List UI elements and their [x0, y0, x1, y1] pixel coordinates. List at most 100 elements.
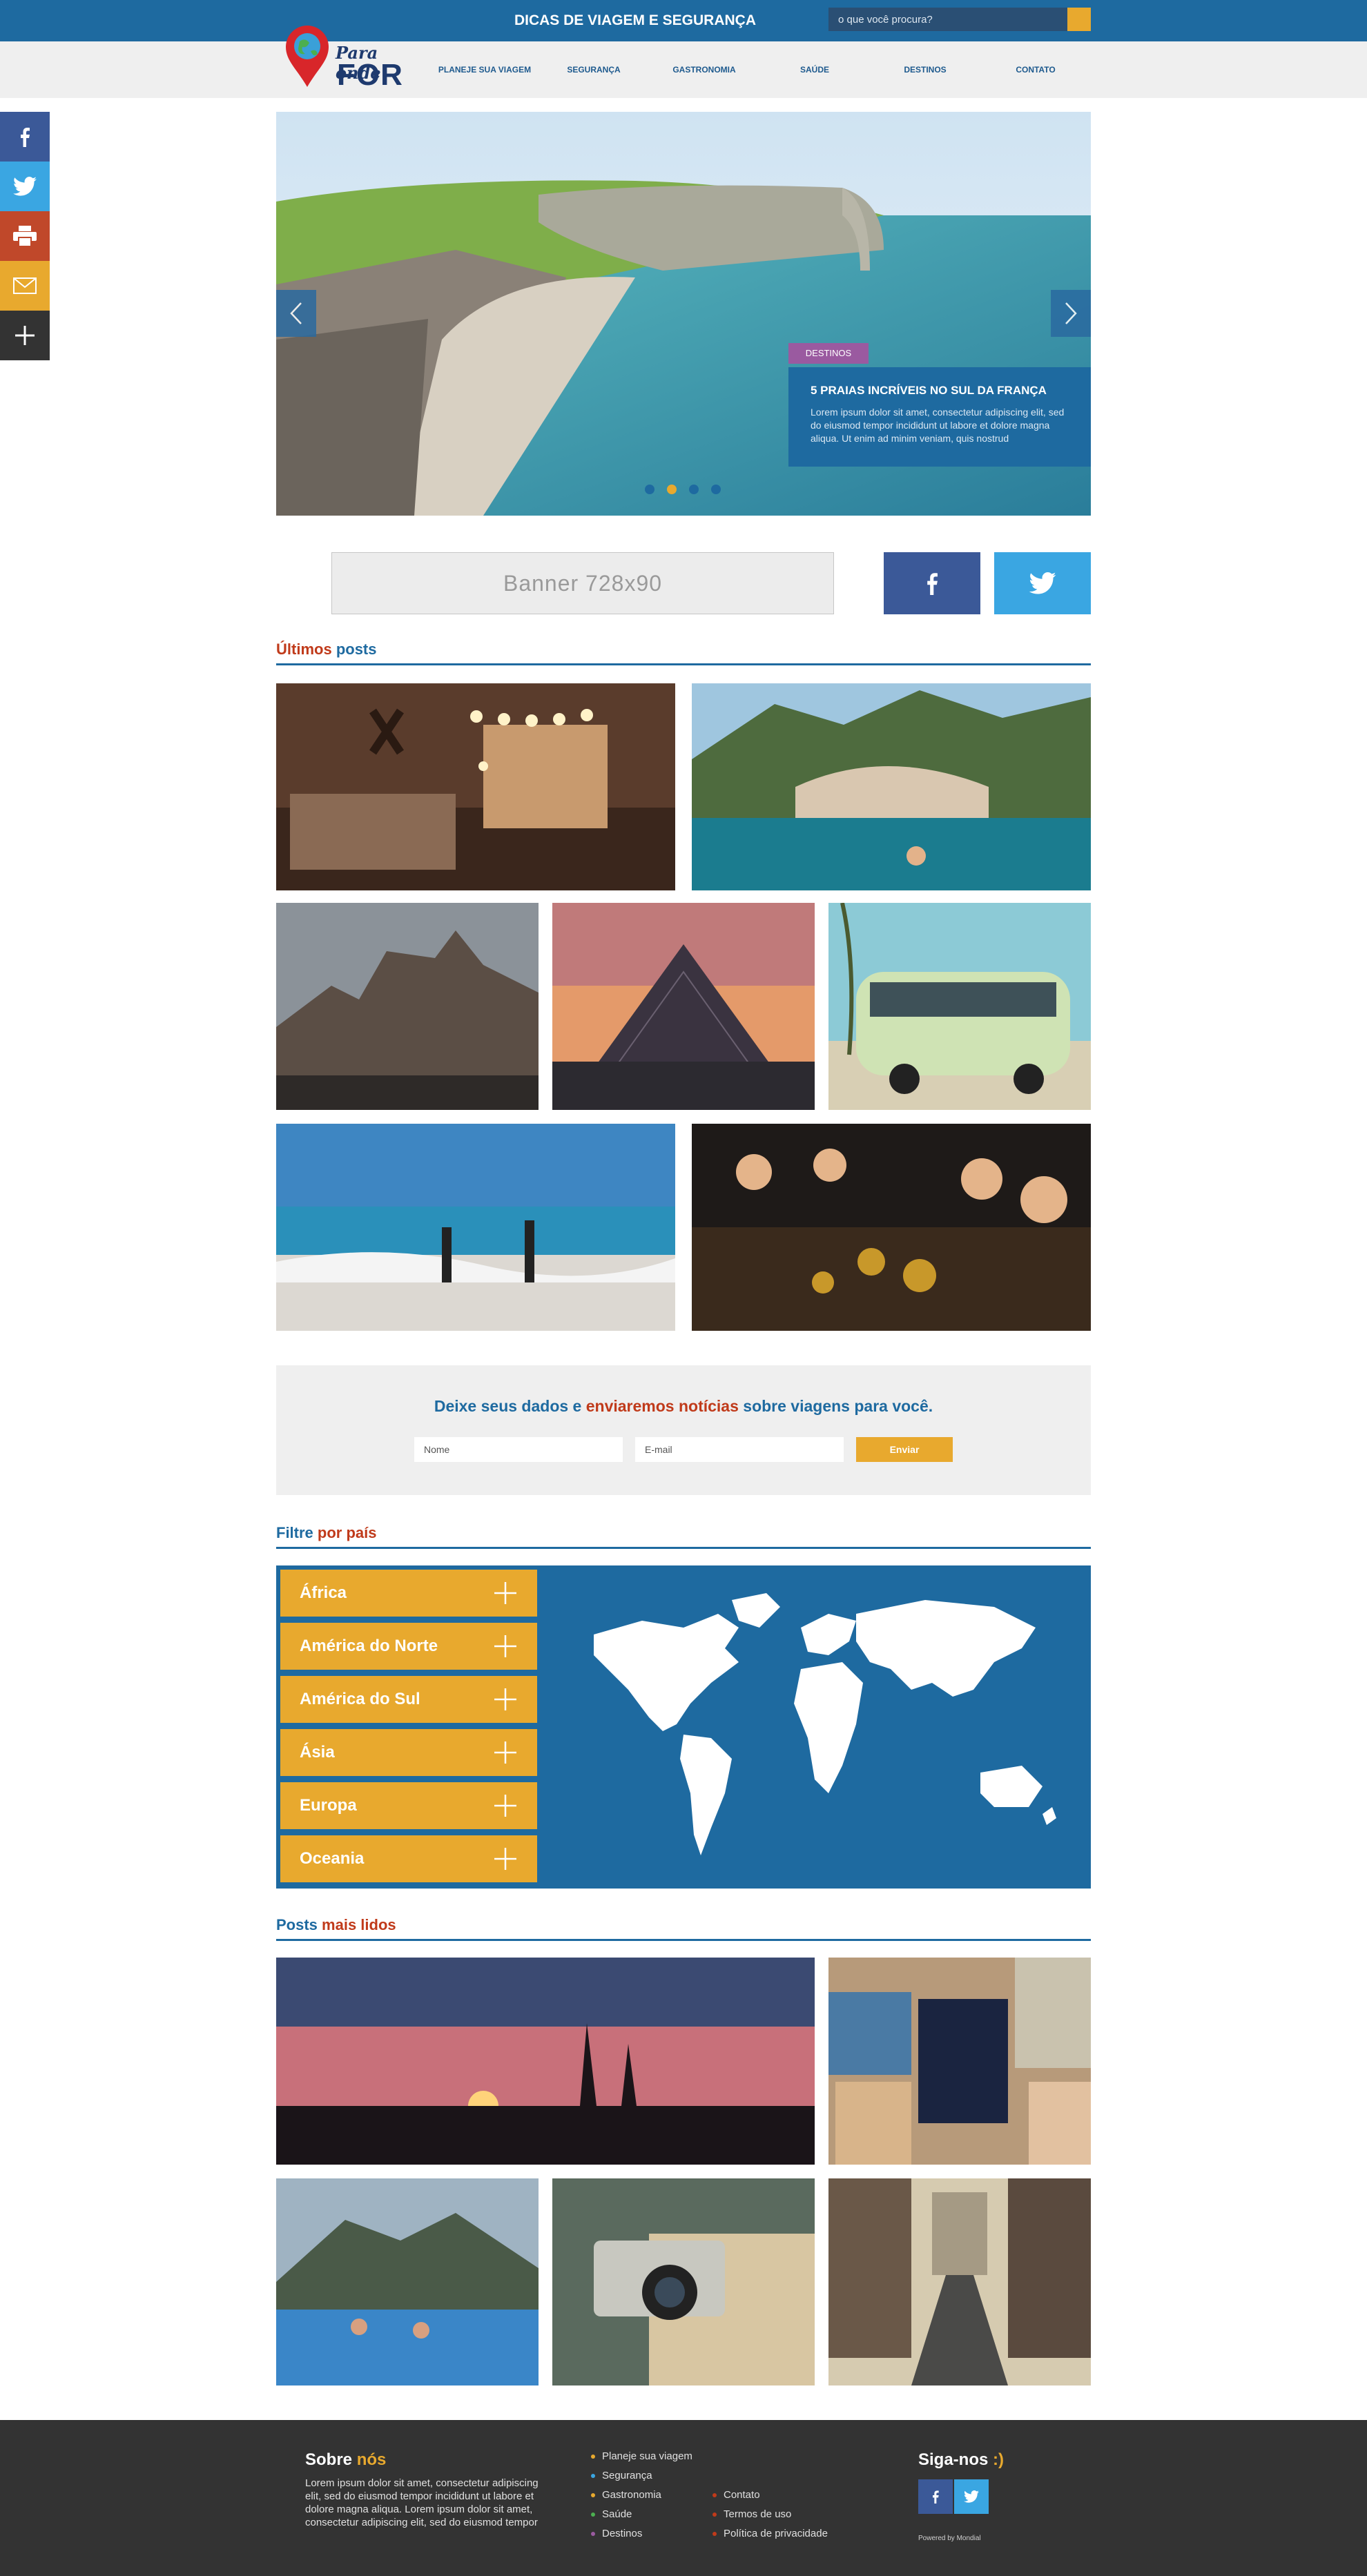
post-thumbnail[interactable]: [828, 1958, 1091, 2165]
filter-title-b: por país: [317, 1524, 377, 1541]
share-twitter-button[interactable]: [0, 162, 50, 211]
footer-link-destinos[interactable]: Destinos: [591, 2528, 642, 2539]
site-logo[interactable]: Para onde FOR: [282, 23, 406, 92]
post-thumbnail[interactable]: [692, 1124, 1091, 1331]
plus-icon: [494, 1688, 516, 1710]
facebook-icon: [933, 2490, 939, 2504]
twitter-icon: [1029, 572, 1056, 594]
country-africa[interactable]: África: [280, 1570, 537, 1617]
hero-slider[interactable]: DESTINOS 5 PRAIAS INCRÍVEIS NO SUL DA FR…: [276, 112, 1091, 516]
newsletter-section: Deixe seus dados e enviaremos notícias s…: [276, 1365, 1091, 1495]
plus-icon: [494, 1795, 516, 1817]
more-share-button[interactable]: [0, 311, 50, 360]
slider-dot[interactable]: [689, 485, 699, 494]
slider-dot[interactable]: [711, 485, 721, 494]
nav-saude[interactable]: SAÚDE: [773, 41, 856, 98]
slider-prev-button[interactable]: [276, 290, 316, 337]
post-thumbnail[interactable]: [828, 2178, 1091, 2385]
footer-follow-a: Siga-nos: [918, 2450, 989, 2469]
post-image-camera: [552, 2178, 815, 2385]
share-facebook-button[interactable]: [0, 112, 50, 162]
country-europa[interactable]: Europa: [280, 1782, 537, 1829]
plus-icon: [494, 1582, 516, 1604]
slide-title: 5 PRAIAS INCRÍVEIS NO SUL DA FRANÇA: [811, 384, 1047, 397]
footer-link-gastronomia[interactable]: Gastronomia: [591, 2489, 661, 2501]
latest-posts-heading: Últimos posts: [276, 641, 1091, 665]
powered-by-text: Powered by Mondial: [918, 2535, 981, 2542]
country-label: África: [300, 1583, 347, 1602]
filter-title-a: Filtre: [276, 1524, 313, 1541]
post-image-castle: [276, 903, 539, 1110]
country-america-sul[interactable]: América do Sul: [280, 1676, 537, 1723]
facebook-icon: [927, 573, 938, 595]
post-image-city-street: [828, 2178, 1091, 2385]
footer-twitter-button[interactable]: [954, 2479, 989, 2514]
newsletter-title-part3: sobre viagens para você.: [738, 1397, 933, 1415]
post-image-van: [828, 903, 1091, 1110]
footer-link-privacidade[interactable]: Política de privacidade: [712, 2528, 828, 2539]
country-label: Oceania: [300, 1849, 365, 1868]
popular-title-b: mais lidos: [322, 1916, 396, 1933]
footer-about-heading: Sobre nós: [305, 2450, 386, 2470]
latest-title-b: posts: [336, 641, 377, 658]
banner-ad[interactable]: Banner 728x90: [331, 552, 834, 614]
post-thumbnail[interactable]: [552, 903, 815, 1110]
footer-follow-b: :): [993, 2450, 1004, 2469]
post-thumbnail[interactable]: [276, 1958, 815, 2165]
mail-icon: [13, 277, 37, 294]
post-thumbnail[interactable]: [276, 903, 539, 1110]
post-image-room: [276, 683, 675, 890]
newsletter-title: Deixe seus dados e enviaremos notícias s…: [276, 1397, 1091, 1416]
twitter-icon: [13, 177, 37, 196]
country-asia[interactable]: Ásia: [280, 1729, 537, 1776]
popular-posts-heading: Posts mais lidos: [276, 1916, 1091, 1941]
nav-gastronomia[interactable]: GASTRONOMIA: [663, 41, 746, 98]
chevron-right-icon: [1065, 302, 1077, 324]
plus-icon: [494, 1848, 516, 1870]
footer-link-termos[interactable]: Termos de uso: [712, 2508, 791, 2520]
country-label: América do Norte: [300, 1637, 438, 1655]
slider-dot-active[interactable]: [667, 485, 677, 494]
email-share-button[interactable]: [0, 261, 50, 311]
search-input[interactable]: [828, 8, 1067, 31]
nav-planeje[interactable]: PLANEJE SUA VIAGEM: [435, 41, 534, 98]
newsletter-name-field[interactable]: [414, 1437, 623, 1462]
slide-caption[interactable]: 5 PRAIAS INCRÍVEIS NO SUL DA FRANÇA Lore…: [788, 367, 1091, 467]
post-thumbnail[interactable]: [276, 1124, 675, 1331]
facebook-icon: [21, 128, 30, 147]
nav-contato[interactable]: CONTATO: [994, 41, 1077, 98]
newsletter-title-part2: enviaremos notícias: [585, 1397, 739, 1415]
footer-about-text: Lorem ipsum dolor sit amet, consectetur …: [305, 2477, 539, 2528]
nav-destinos[interactable]: DESTINOS: [884, 41, 967, 98]
search-button[interactable]: [1067, 8, 1091, 31]
post-thumbnail[interactable]: [276, 683, 675, 890]
footer-link-seguranca[interactable]: Segurança: [591, 2470, 652, 2481]
map-pin-icon: [286, 26, 329, 88]
print-button[interactable]: [0, 211, 50, 261]
footer-link-planeje[interactable]: Planeje sua viagem: [591, 2450, 692, 2462]
slide-category-tag[interactable]: DESTINOS: [788, 343, 869, 364]
slider-dot[interactable]: [645, 485, 655, 494]
post-image-surfers: [276, 1124, 675, 1331]
facebook-follow-button[interactable]: [884, 552, 980, 614]
footer-follow-heading: Siga-nos :): [918, 2450, 1004, 2470]
slider-next-button[interactable]: [1051, 290, 1091, 337]
newsletter-title-part1: Deixe seus dados e: [434, 1397, 586, 1415]
top-bar: DICAS DE VIAGEM E SEGURANÇA: [0, 0, 1367, 41]
newsletter-submit-button[interactable]: Enviar: [856, 1437, 953, 1462]
post-image-passport: [828, 1958, 1091, 2165]
newsletter-email-field[interactable]: [635, 1437, 844, 1462]
world-map[interactable]: [566, 1586, 1077, 1876]
country-america-norte[interactable]: América do Norte: [280, 1623, 537, 1670]
footer-link-contato[interactable]: Contato: [712, 2489, 760, 2501]
footer-link-saude[interactable]: Saúde: [591, 2508, 632, 2520]
post-thumbnail[interactable]: [828, 903, 1091, 1110]
print-icon: [13, 226, 37, 246]
twitter-follow-button[interactable]: [994, 552, 1091, 614]
post-thumbnail[interactable]: [552, 2178, 815, 2385]
post-thumbnail[interactable]: [276, 2178, 539, 2385]
nav-seguranca[interactable]: SEGURANÇA: [552, 41, 635, 98]
country-oceania[interactable]: Oceania: [280, 1835, 537, 1882]
footer-facebook-button[interactable]: [918, 2479, 953, 2514]
post-thumbnail[interactable]: [692, 683, 1091, 890]
